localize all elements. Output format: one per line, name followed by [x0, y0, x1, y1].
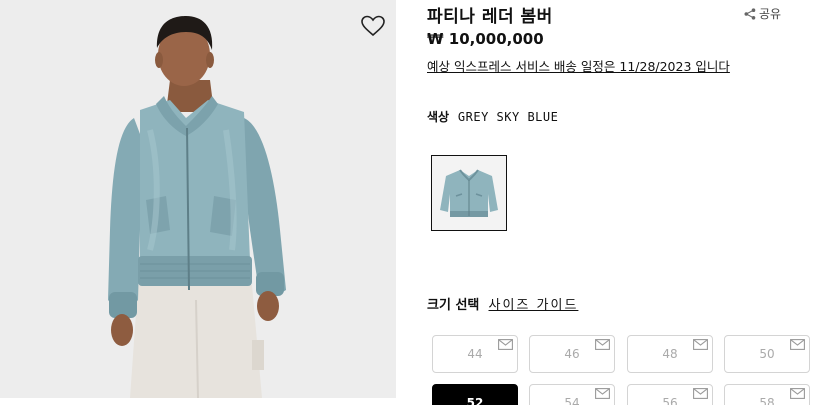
size-option-54[interactable]: 54: [529, 384, 615, 405]
jacket-thumbnail: [440, 169, 498, 217]
delivery-estimate-link[interactable]: 예상 익스프레스 서비스 배송 일정은 11/28/2023 입니다: [427, 56, 730, 75]
product-price: ₩ 10,000,000: [427, 30, 544, 48]
size-guide-link[interactable]: 사이즈 가이드: [489, 298, 579, 313]
share-icon: [744, 7, 756, 20]
mail-icon[interactable]: [693, 339, 708, 350]
color-value: GREY SKY BLUE: [457, 110, 559, 124]
mail-icon[interactable]: [595, 339, 610, 350]
mail-icon[interactable]: [693, 388, 708, 399]
size-option-label: 56: [662, 396, 678, 405]
share-label: 공유: [759, 7, 782, 21]
heart-icon[interactable]: [360, 14, 386, 38]
size-option-label: 46: [564, 347, 580, 361]
size-option-56[interactable]: 56: [627, 384, 713, 405]
product-title: 파티나 레더 봄버: [427, 7, 553, 27]
product-image: [0, 0, 396, 398]
size-label: 크기 선택: [427, 298, 480, 313]
size-option-44[interactable]: 44: [432, 335, 518, 373]
color-label: 색상: [427, 110, 450, 124]
size-option-52[interactable]: 52: [432, 384, 518, 405]
mail-icon[interactable]: [498, 339, 513, 350]
size-option-label: 58: [759, 396, 775, 405]
size-option-label: 50: [759, 347, 775, 361]
size-option-46[interactable]: 46: [529, 335, 615, 373]
size-option-label: 54: [564, 396, 580, 405]
mail-icon[interactable]: [790, 388, 805, 399]
size-option-50[interactable]: 50: [724, 335, 810, 373]
size-option-label: 48: [662, 347, 678, 361]
size-option-label: 44: [467, 347, 483, 361]
color-swatch-grey-sky-blue[interactable]: [431, 155, 507, 231]
color-selection: 색상 GREY SKY BLUE: [427, 108, 558, 125]
size-option-48[interactable]: 48: [627, 335, 713, 373]
size-selection: 크기 선택 사이즈 가이드: [427, 294, 578, 313]
share-button[interactable]: 공유: [744, 5, 781, 22]
size-option-label: 52: [466, 396, 484, 405]
mail-icon[interactable]: [595, 388, 610, 399]
model-photo: [108, 16, 286, 398]
mail-icon[interactable]: [790, 339, 805, 350]
size-option-58[interactable]: 58: [724, 384, 810, 405]
